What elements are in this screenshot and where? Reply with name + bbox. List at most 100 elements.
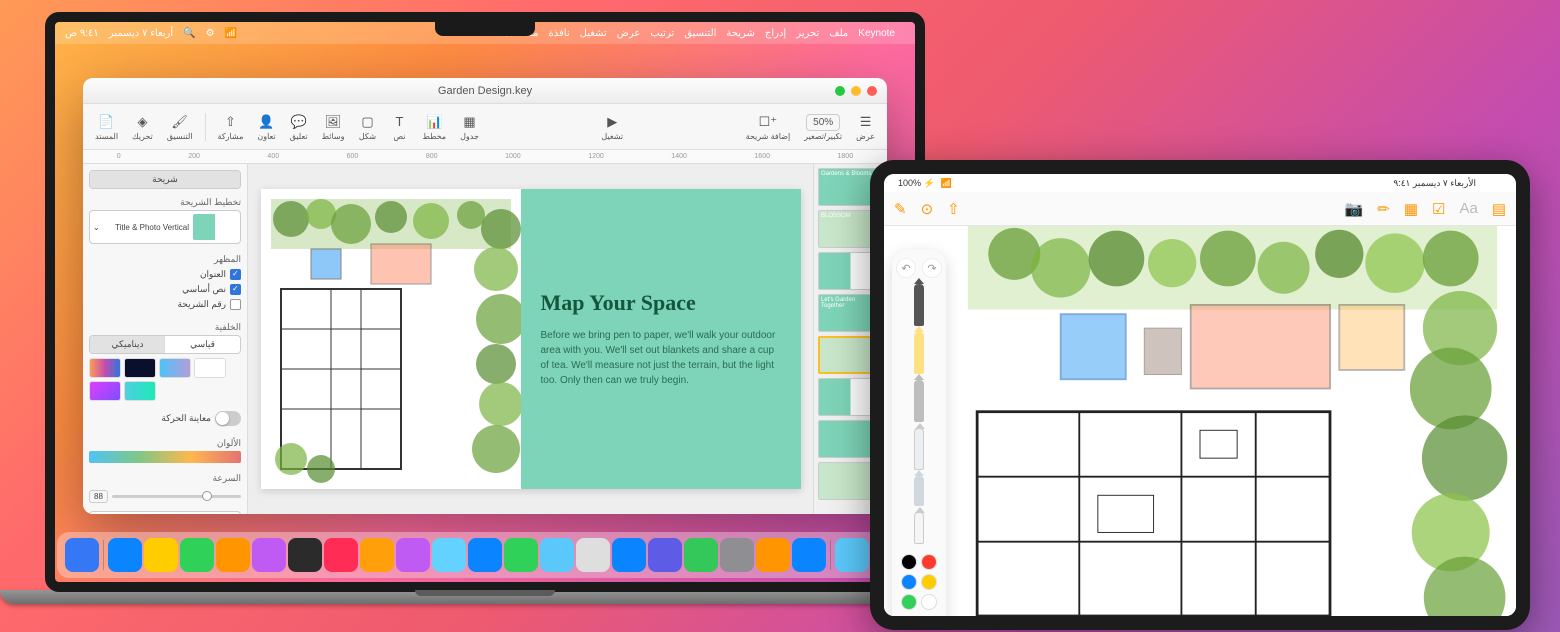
bg-tab-dynamic[interactable]: ديناميكي <box>90 336 165 353</box>
redo-button[interactable]: ↷ <box>922 258 942 278</box>
dock-app-10[interactable] <box>432 538 466 572</box>
share-icon[interactable]: ⇧ <box>947 200 960 218</box>
table-icon[interactable]: ▦ <box>1404 200 1418 218</box>
color-dot[interactable] <box>921 574 937 590</box>
text-button[interactable]: Tنص <box>386 111 412 143</box>
dock-app-17[interactable] <box>684 538 718 572</box>
bg-swatch[interactable] <box>159 358 191 378</box>
markup-icon[interactable]: ✏ <box>1377 200 1390 218</box>
textstyle-icon[interactable]: Aa <box>1459 200 1477 217</box>
dock-app-2[interactable] <box>144 538 178 572</box>
shape-button[interactable]: ▢شكل <box>354 111 380 143</box>
chart-button[interactable]: 📊مخطط <box>418 111 450 143</box>
checkbox-slidenum[interactable] <box>230 299 241 310</box>
zoom-button[interactable]: 50%تكبير/تصغير <box>800 112 846 143</box>
dock-app-21[interactable] <box>835 538 869 572</box>
menu-التنسيق[interactable]: التنسيق <box>684 28 716 39</box>
checkbox-body[interactable] <box>230 284 241 295</box>
menu-تحرير[interactable]: تحرير <box>796 28 819 39</box>
marker-tool[interactable] <box>914 332 924 374</box>
maximize-button[interactable] <box>835 86 845 96</box>
add-icon: ☐⁺ <box>759 113 777 131</box>
menu-ملف[interactable]: ملف <box>829 28 848 39</box>
collab-button[interactable]: 👤تعاون <box>253 111 279 143</box>
spotlight-icon[interactable]: 🔍 <box>183 28 195 39</box>
notes-canvas[interactable]: ↶ ↷ ⊕ ⋯ <box>884 226 1516 616</box>
bg-swatch[interactable] <box>124 358 156 378</box>
slide-body[interactable]: Before we bring pen to paper, we'll walk… <box>541 328 781 388</box>
bg-swatch[interactable] <box>89 358 121 378</box>
inspector-tab-slide[interactable]: شريحة <box>90 171 240 188</box>
format-button[interactable]: 🖌التنسيق <box>163 111 197 143</box>
menu-ترتيب[interactable]: ترتيب <box>650 28 674 39</box>
dock-app-11[interactable] <box>468 538 502 572</box>
animate-button[interactable]: ◈تحريك <box>128 111 157 143</box>
undo-button[interactable]: ↶ <box>896 258 916 278</box>
minimize-button[interactable] <box>851 86 861 96</box>
menubar-time: ٩:٤١ ص <box>65 28 99 39</box>
menu-تشغيل[interactable]: تشغيل <box>580 28 607 39</box>
checkbox-title[interactable] <box>230 269 241 280</box>
dock-app-6[interactable] <box>288 538 322 572</box>
lasso-tool[interactable] <box>914 476 924 506</box>
bg-swatch[interactable] <box>89 381 121 401</box>
dock-app-9[interactable] <box>396 538 430 572</box>
share-button[interactable]: ⇧مشاركة <box>214 111 248 143</box>
dock-app-15[interactable] <box>612 538 646 572</box>
speed-slider[interactable] <box>112 495 241 498</box>
dock-app-14[interactable] <box>576 538 610 572</box>
eraser-tool[interactable] <box>914 428 924 470</box>
dock-app-0[interactable] <box>65 538 99 572</box>
dock-app-18[interactable] <box>720 538 754 572</box>
dock-app-3[interactable] <box>180 538 214 572</box>
bg-swatch[interactable] <box>124 381 156 401</box>
color-dot[interactable] <box>921 594 937 610</box>
slide-title[interactable]: Map Your Space <box>541 290 781 316</box>
wifi-icon[interactable]: 📶 <box>225 28 237 39</box>
compose-icon[interactable]: ✎ <box>894 200 907 218</box>
pen-tool[interactable] <box>914 284 924 326</box>
bg-swatch[interactable] <box>194 358 226 378</box>
dock-app-19[interactable] <box>756 538 790 572</box>
ipad-battery: 100% ⚡ <box>898 178 935 189</box>
menu-إدراج[interactable]: إدراج <box>765 28 786 39</box>
add-slide-button[interactable]: ☐⁺إضافة شريحة <box>742 111 795 143</box>
pencil-tool[interactable] <box>914 380 924 422</box>
play-button[interactable]: ▶تشغيل <box>597 111 627 143</box>
color-dot[interactable] <box>901 574 917 590</box>
menu-عرض[interactable]: عرض <box>617 28 641 39</box>
table-button[interactable]: ▦جدول <box>456 111 483 143</box>
close-button[interactable] <box>867 86 877 96</box>
dock-app-8[interactable] <box>360 538 394 572</box>
dock-app-1[interactable] <box>108 538 142 572</box>
document-button[interactable]: 📄المستد <box>91 111 122 143</box>
camera-icon[interactable]: 📷 <box>1345 200 1364 218</box>
control-center-icon[interactable]: ⚙ <box>206 28 215 39</box>
view-button[interactable]: ☰عرض <box>852 111 879 143</box>
dock-app-7[interactable] <box>324 538 358 572</box>
color-strip[interactable] <box>89 451 241 463</box>
edit-layout-button[interactable]: تحرير تخطيط الشريحة <box>89 511 241 514</box>
media-button[interactable]: 🖼وسائط <box>318 111 349 143</box>
more-icon[interactable]: ⊙ <box>921 200 934 218</box>
dock-app-13[interactable] <box>540 538 574 572</box>
layout-selector[interactable]: ⌄ Title & Photo Vertical <box>89 210 241 244</box>
sidebar-icon[interactable]: ▤ <box>1492 200 1506 218</box>
motion-toggle[interactable] <box>215 411 241 426</box>
slide-canvas[interactable]: Map Your Space Before we bring pen to pa… <box>248 164 813 514</box>
dock-app-20[interactable] <box>792 538 826 572</box>
dock-app-16[interactable] <box>648 538 682 572</box>
menu-شريحة[interactable]: شريحة <box>726 28 755 39</box>
menu-نافذة[interactable]: نافذة <box>549 28 570 39</box>
dock-app-12[interactable] <box>504 538 538 572</box>
ruler-tool[interactable] <box>914 512 924 544</box>
color-dot[interactable] <box>901 554 917 570</box>
bg-tab-standard[interactable]: قياسي <box>165 336 240 353</box>
dock-app-5[interactable] <box>252 538 286 572</box>
dock-app-4[interactable] <box>216 538 250 572</box>
color-dot[interactable] <box>901 594 917 610</box>
menu-Keynote[interactable]: Keynote <box>858 28 895 39</box>
checklist-icon[interactable]: ☑ <box>1432 200 1445 218</box>
color-dot[interactable] <box>921 554 937 570</box>
comment-button[interactable]: 💬تعليق <box>286 111 312 143</box>
